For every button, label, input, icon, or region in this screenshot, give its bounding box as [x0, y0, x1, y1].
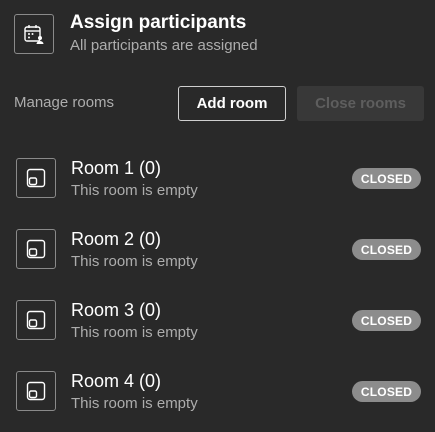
header-title: Assign participants [70, 12, 247, 33]
room-icon [16, 300, 56, 340]
header-subtitle: All participants are assigned [70, 37, 258, 54]
room-item-3[interactable]: Room 3 (0) This room is empty CLOSED [0, 290, 435, 361]
close-rooms-button[interactable]: Close rooms [297, 86, 424, 121]
room-item-2[interactable]: Room 2 (0) This room is empty CLOSED [0, 219, 435, 290]
room-name: Room 4 (0) [71, 371, 162, 391]
room-status: This room is empty [71, 253, 198, 270]
room-name: Room 3 (0) [71, 300, 162, 320]
rooms-list: Room 1 (0) This room is empty CLOSED Roo… [0, 148, 435, 432]
room-status: This room is empty [71, 324, 198, 341]
manage-rooms-row: Manage rooms Add room Close rooms [14, 86, 424, 122]
assign-participants-header[interactable]: Assign participants All participants are… [14, 8, 258, 56]
room-item-4[interactable]: Room 4 (0) This room is empty CLOSED [0, 361, 435, 432]
add-room-button[interactable]: Add room [178, 86, 286, 121]
manage-rooms-label: Manage rooms [14, 94, 115, 111]
status-badge: CLOSED [352, 239, 421, 260]
status-badge: CLOSED [352, 310, 421, 331]
calendar-people-icon [14, 14, 54, 54]
room-status: This room is empty [71, 395, 198, 412]
room-icon [16, 229, 56, 269]
room-item-1[interactable]: Room 1 (0) This room is empty CLOSED [0, 148, 435, 219]
room-name: Room 2 (0) [71, 229, 162, 249]
room-icon [16, 158, 56, 198]
status-badge: CLOSED [352, 168, 421, 189]
room-name: Room 1 (0) [71, 158, 162, 178]
room-status: This room is empty [71, 182, 198, 199]
room-icon [16, 371, 56, 411]
status-badge: CLOSED [352, 381, 421, 402]
